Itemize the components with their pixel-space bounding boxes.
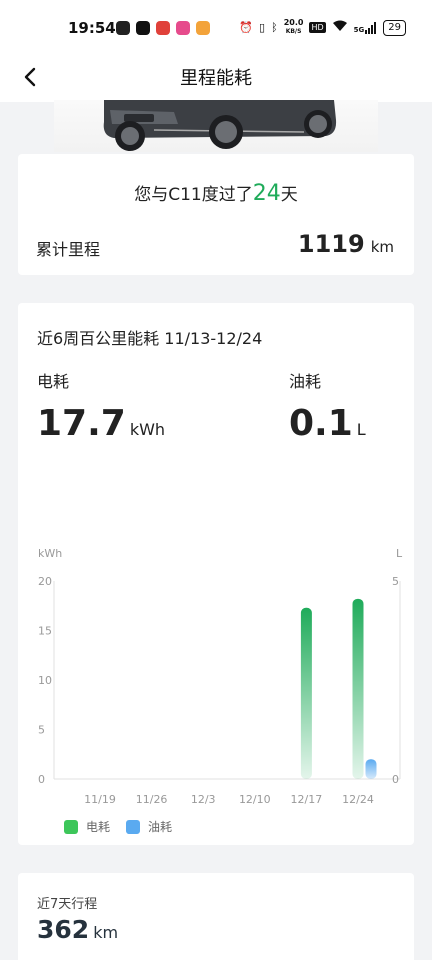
x-tick-label: 11/26 <box>136 793 168 805</box>
battery-indicator: 29 <box>383 19 406 36</box>
tiktok-icon <box>136 21 150 35</box>
y-left-tick-label: 0 <box>38 773 45 786</box>
y-left-unit-label: kWh <box>38 547 62 560</box>
app-notification-icon <box>176 21 190 35</box>
y-left-tick-label: 20 <box>38 575 52 588</box>
days-together-text: 您与C11度过了24天 <box>134 181 298 206</box>
x-tick-label: 12/10 <box>239 793 271 805</box>
fuel-consumption-label: 油耗 <box>289 372 322 391</box>
electric-consumption-value: 17.7 kWh <box>37 403 166 444</box>
y-left-tick-label: 15 <box>38 625 52 638</box>
y-left-tick-label: 5 <box>38 724 45 737</box>
consumption-chart: kWh L 0 5 10 15 20 0 5 11/19 11/26 12/3 12/10 12/17 12… <box>38 547 403 805</box>
network-speed: 20.0 KB/S <box>283 18 304 36</box>
bluetooth-icon: ᛒ <box>271 21 278 34</box>
y-left-tick-label: 10 <box>38 674 52 687</box>
weibo-icon <box>196 21 210 35</box>
alarm-icon: ⏰ <box>239 21 254 34</box>
x-tick-label: 12/17 <box>291 793 323 805</box>
cell-signal: 5G <box>354 21 378 34</box>
navigation-bar: 里程能耗 <box>0 56 432 102</box>
fuel-bar <box>365 759 377 779</box>
status-indicators: ⏰ ▯ ᛒ 20.0 KB/S HD 5G 29 <box>239 19 406 36</box>
y-right-tick-label: 0 <box>392 773 399 786</box>
status-bar: 19:54 ⏰ ▯ ᛒ 20.0 KB/S HD 5G 29 <box>0 0 432 56</box>
legend-swatch-fuel <box>126 819 141 834</box>
y-right-tick-label: 5 <box>392 575 399 588</box>
weekly-trips-card[interactable]: 近7天行程 362 km <box>18 873 414 960</box>
y-right-unit-label: L <box>396 547 403 560</box>
hd-badge: HD <box>309 22 326 33</box>
status-time: 19:54 <box>68 19 116 37</box>
weekly-trips-label: 近7天行程 <box>37 897 98 912</box>
x-tick-label: 11/19 <box>84 793 116 805</box>
app-notification-icon <box>116 21 130 35</box>
legend-swatch-electric <box>64 819 78 834</box>
days-count: 24 <box>252 181 281 206</box>
page-title: 里程能耗 <box>180 68 252 89</box>
period-label: 近6周百公里能耗 11/13-12/24 <box>37 329 263 348</box>
wifi-icon <box>332 20 348 35</box>
electric-bar <box>300 607 312 779</box>
total-mileage-label: 累计里程 <box>36 240 101 259</box>
x-tick-label: 12/24 <box>342 793 374 805</box>
legend-item-fuel: 油耗 <box>126 818 172 835</box>
electric-bar <box>352 598 364 779</box>
legend-item-electric: 电耗 <box>64 818 110 835</box>
notification-icons <box>116 21 210 35</box>
fuel-consumption-value: 0.1 L <box>289 403 366 444</box>
chart-legend: 电耗 油耗 <box>64 818 172 835</box>
summary-card: 您与C11度过了24天 累计里程 1119 km <box>18 154 414 275</box>
app-notification-icon <box>156 21 170 35</box>
energy-card: 近6周百公里能耗 11/13-12/24 电耗 油耗 17.7 kWh 0.1 L … <box>18 303 414 845</box>
electric-consumption-label: 电耗 <box>37 372 70 391</box>
x-tick-label: 12/3 <box>191 793 216 805</box>
weekly-trips-value: 362 km <box>37 915 119 944</box>
vibrate-icon: ▯ <box>259 21 266 34</box>
total-mileage-value: 1119 km <box>297 230 394 258</box>
car-image <box>54 100 378 152</box>
